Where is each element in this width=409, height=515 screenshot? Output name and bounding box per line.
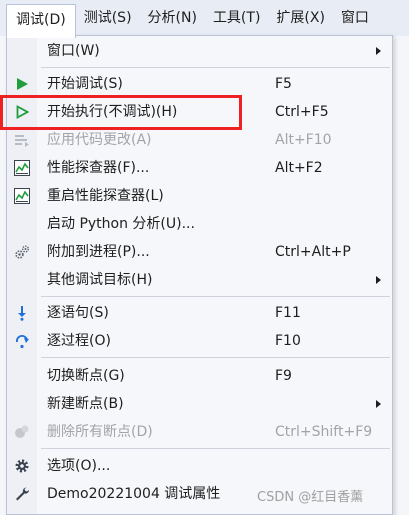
menu-item-shortcut: Alt+F10: [275, 132, 332, 148]
menu-item-window[interactable]: 窗口(W): [7, 37, 392, 65]
menu-test[interactable]: 测试(S): [76, 4, 140, 32]
menu-separator: [41, 448, 390, 449]
menu-item-start-debugging[interactable]: 开始调试(S) F5: [7, 70, 392, 98]
menu-item-label: 其他调试目标(H): [47, 272, 153, 288]
highlight-annotation-box: [0, 95, 242, 130]
menu-item-shortcut: Ctrl+F5: [275, 104, 329, 120]
menu-item-step-into[interactable]: 逐语句(S) F11: [7, 299, 392, 327]
menu-item-label: 启动 Python 分析(U)...: [47, 216, 195, 232]
menu-tools[interactable]: 工具(T): [205, 4, 268, 32]
menu-item-label: 新建断点(B): [47, 396, 124, 412]
performance-icon: [13, 187, 31, 205]
menu-item-label: 逐语句(S): [47, 305, 109, 321]
menu-item-shortcut: Ctrl+Alt+P: [275, 244, 351, 260]
menu-separator: [41, 357, 390, 358]
menu-analyze[interactable]: 分析(N): [140, 4, 205, 32]
submenu-arrow-icon: [376, 400, 381, 408]
menu-item-delete-all-breakpoints[interactable]: 删除所有断点(D) Ctrl+Shift+F9: [7, 418, 392, 446]
menu-item-shortcut: F5: [275, 76, 292, 92]
menu-item-shortcut: F11: [275, 305, 301, 321]
menu-item-label: 应用代码更改(A): [47, 132, 152, 148]
menu-item-step-over[interactable]: 逐过程(O) F10: [7, 327, 392, 355]
menu-item-label: 窗口(W): [47, 43, 100, 59]
menu-item-label: 重启性能探查器(L): [47, 188, 164, 204]
menu-item-attach-to-process[interactable]: 附加到进程(P)... Ctrl+Alt+P: [7, 238, 392, 266]
menu-item-new-breakpoint[interactable]: 新建断点(B): [7, 390, 392, 418]
menu-item-restart-profiler[interactable]: 重启性能探查器(L): [7, 182, 392, 210]
watermark-text: CSDN @红目香薰: [257, 490, 364, 505]
menu-item-label: 逐过程(O): [47, 333, 111, 349]
menu-item-options[interactable]: 选项(O)...: [7, 452, 392, 480]
menu-item-shortcut: Alt+F2: [275, 160, 323, 176]
menu-item-performance-profiler[interactable]: 性能探查器(F)... Alt+F2: [7, 154, 392, 182]
menu-item-label: 删除所有断点(D): [47, 424, 153, 440]
menu-item-shortcut: F9: [275, 368, 292, 384]
gear-icon: [13, 457, 31, 475]
menu-item-label: 附加到进程(P)...: [47, 244, 150, 260]
menu-bar: 调试(D) 测试(S) 分析(N) 工具(T) 扩展(X) 窗口: [0, 0, 409, 38]
menu-item-label: 切换断点(G): [47, 368, 125, 384]
delete-breakpoints-icon: [13, 423, 31, 441]
menu-item-other-debug-targets[interactable]: 其他调试目标(H): [7, 266, 392, 294]
menu-extensions[interactable]: 扩展(X): [268, 4, 333, 32]
wrench-icon: [13, 485, 31, 503]
performance-icon: [13, 159, 31, 177]
apply-code-icon: [13, 131, 31, 149]
gears-icon: [13, 243, 31, 261]
menu-separator: [41, 296, 390, 297]
menu-item-shortcut: Ctrl+Shift+F9: [275, 424, 373, 440]
menu-item-toggle-breakpoint[interactable]: 切换断点(G) F9: [7, 362, 392, 390]
menu-item-label: Demo20221004 调试属性: [47, 486, 221, 502]
menu-separator: [41, 67, 390, 68]
menu-item-label: 选项(O)...: [47, 458, 111, 474]
menu-item-apply-code-changes[interactable]: 应用代码更改(A) Alt+F10: [7, 126, 392, 154]
submenu-arrow-icon: [376, 276, 381, 284]
menu-debug[interactable]: 调试(D): [6, 4, 76, 38]
submenu-arrow-icon: [376, 47, 381, 55]
step-over-icon: [13, 332, 31, 350]
play-icon: [13, 75, 31, 93]
menu-item-python-profiling[interactable]: 启动 Python 分析(U)...: [7, 210, 392, 238]
menu-item-label: 性能探查器(F)...: [47, 160, 150, 176]
editor-background-right: [394, 36, 409, 515]
menu-item-shortcut: F10: [275, 333, 301, 349]
menu-window[interactable]: 窗口: [333, 4, 377, 32]
step-into-icon: [13, 304, 31, 322]
menu-item-label: 开始调试(S): [47, 76, 123, 92]
